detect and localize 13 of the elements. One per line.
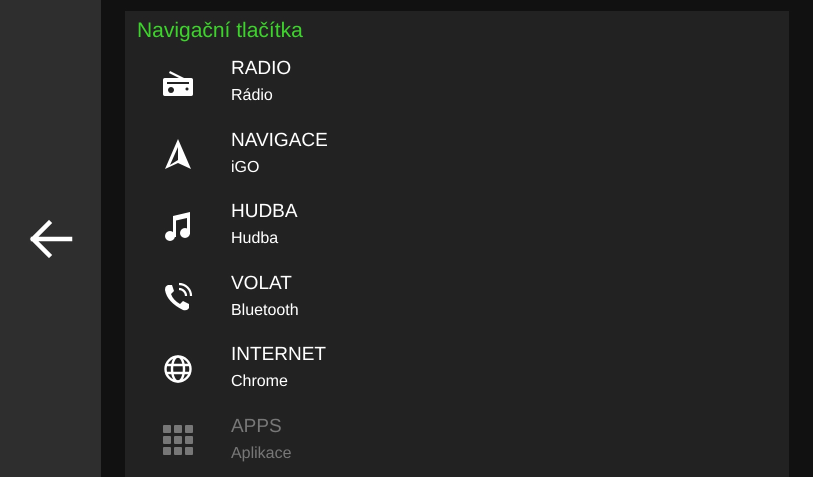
section-title: Navigační tlačítka xyxy=(136,19,304,43)
button-label[interactable]: INTERNET xyxy=(231,343,326,368)
app-name: Aplikace xyxy=(231,444,292,464)
back-button[interactable] xyxy=(28,218,74,258)
button-label[interactable]: HUDBA xyxy=(231,200,298,224)
app-name: Hudba xyxy=(231,229,280,250)
app-name: Bluetooth xyxy=(231,300,299,321)
app-name: Chrome xyxy=(231,372,289,392)
button-label[interactable]: RADIO xyxy=(231,57,292,82)
button-label[interactable]: NAVIGACE xyxy=(231,128,328,153)
button-label[interactable]: VOLAT xyxy=(231,272,299,296)
app-name: Rádio xyxy=(231,86,274,106)
app-name: iGO xyxy=(231,158,260,178)
